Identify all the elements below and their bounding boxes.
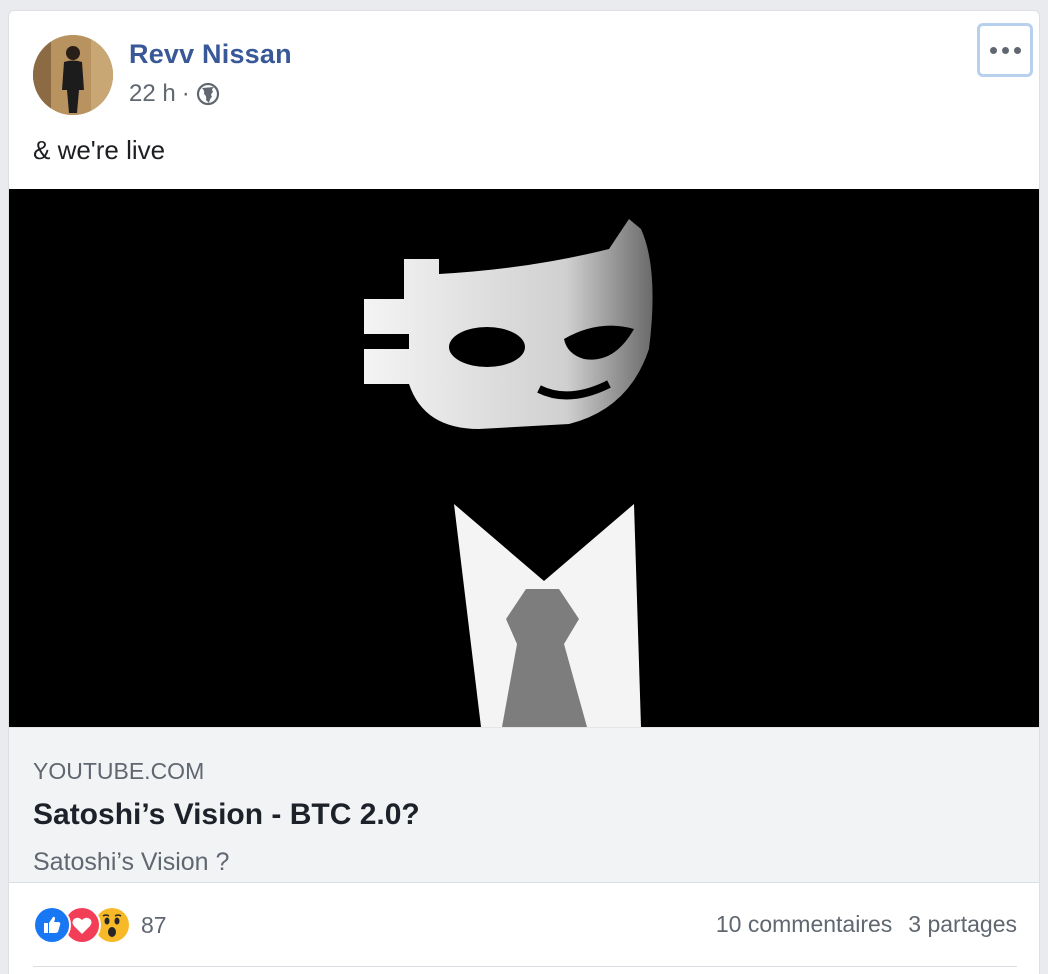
comments-count[interactable]: 10 commentaires: [716, 911, 892, 938]
globe-icon[interactable]: [196, 82, 220, 106]
link-title[interactable]: Satoshi’s Vision - BTC 2.0?: [33, 798, 420, 832]
link-domain: YOUTUBE.COM: [33, 758, 205, 784]
post-card: Revv Nissan 22 h · & we're live YOUTUBE.…: [8, 10, 1040, 974]
footer-divider: [33, 966, 1017, 967]
reaction-count[interactable]: 87: [141, 912, 167, 939]
post-header: Revv Nissan 22 h ·: [9, 11, 1039, 121]
post-footer: 87 10 commentaires 3 partages: [9, 883, 1039, 974]
more-options-icon: [1013, 46, 1021, 54]
more-options-button[interactable]: [977, 23, 1033, 77]
post-stats: 10 commentaires 3 partages: [716, 911, 1017, 938]
reactions-summary[interactable]: 87: [33, 906, 167, 944]
shares-count[interactable]: 3 partages: [908, 911, 1017, 938]
link-preview-info[interactable]: YOUTUBE.COM Satoshi’s Vision - BTC 2.0? …: [9, 727, 1039, 883]
more-options-icon: [989, 46, 997, 54]
avatar[interactable]: [33, 35, 113, 115]
meta-separator: ·: [181, 80, 190, 107]
link-description: Satoshi’s Vision ?: [33, 848, 230, 876]
more-options-icon: [1001, 46, 1009, 54]
post-time[interactable]: 22 h: [129, 80, 176, 108]
like-reaction-icon: [33, 906, 71, 944]
post-text: & we're live: [33, 135, 166, 165]
link-preview-image[interactable]: [9, 189, 1039, 727]
post-meta: 22 h ·: [129, 79, 220, 109]
author-name[interactable]: Revv Nissan: [129, 39, 292, 70]
